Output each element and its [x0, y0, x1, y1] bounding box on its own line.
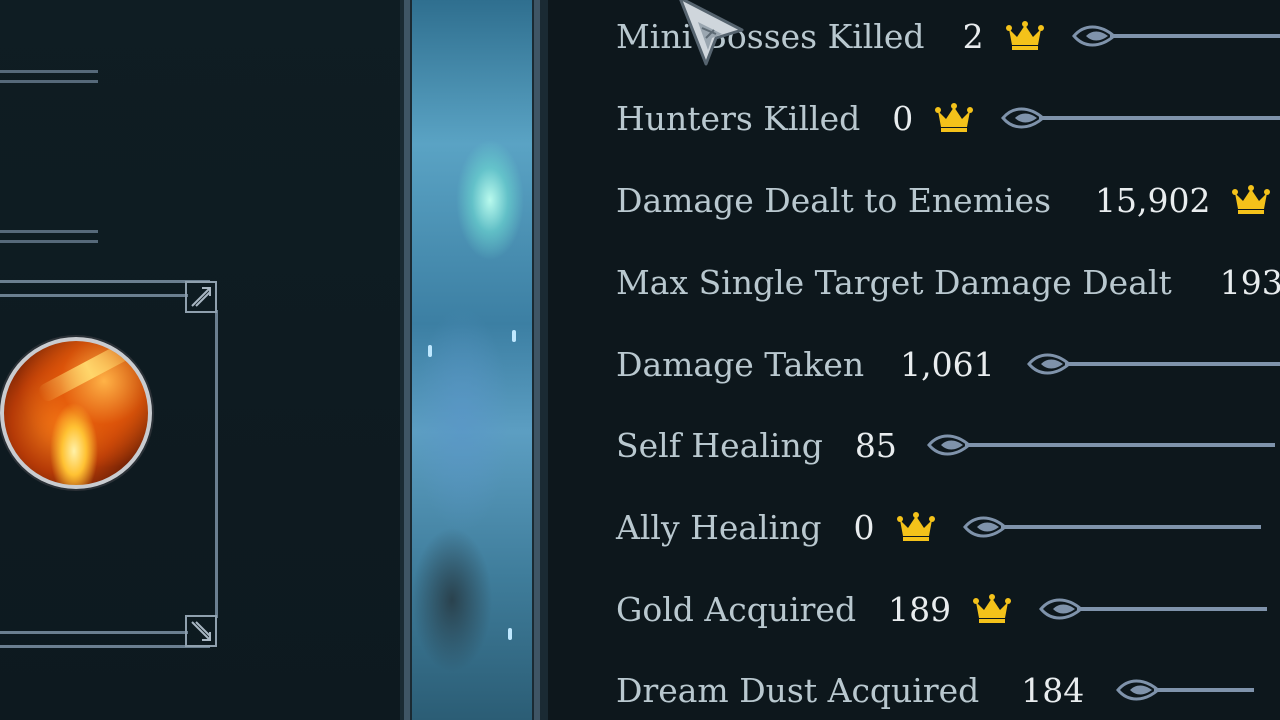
stat-row: Dream Dust Acquired 184: [616, 665, 1255, 715]
arrow-divider-icon: [1039, 598, 1268, 620]
crown-icon: [896, 512, 935, 541]
stat-row: Ally Healing 0: [616, 502, 1261, 552]
arrow-divider-icon: [926, 434, 1275, 456]
stat-row: Hunters Killed 0: [616, 93, 1280, 143]
pointer-cursor-icon: [679, 0, 744, 66]
stats-list: Mini Bosses Killed 2 Hunters Killed 0 Da…: [616, 0, 1280, 720]
stat-row: Gold Acquired 189: [616, 584, 1268, 634]
arrow-divider-icon: [1001, 107, 1280, 129]
stat-label: Damage Taken: [616, 344, 865, 384]
arrow-divider-icon: [1026, 353, 1280, 375]
post-match-stats-screen: Mini Bosses Killed 2 Hunters Killed 0 Da…: [0, 0, 1280, 720]
crown-icon: [1232, 185, 1271, 214]
decorative-lines-top: [0, 70, 98, 84]
frame-border-right: [215, 310, 218, 618]
stat-label: Ally Healing: [616, 507, 822, 547]
decorative-lines-middle: [0, 230, 98, 244]
stat-row: Damage Dealt to Enemies 15,902: [616, 175, 1271, 225]
crown-icon: [1005, 21, 1044, 50]
ability-panel: [0, 0, 400, 720]
stat-value: 2: [962, 16, 984, 56]
frame-border-top: [0, 280, 210, 283]
banner-border-left: [404, 0, 410, 720]
corner-ornament-icon: [185, 615, 217, 647]
stat-label: Mini Bosses Killed: [616, 16, 925, 56]
stat-row: Max Single Target Damage Dealt 193: [616, 257, 1280, 307]
stat-label: Gold Acquired: [616, 589, 857, 629]
arrow-divider-icon: [1116, 679, 1255, 701]
crown-icon: [935, 103, 974, 132]
stat-value: 85: [854, 425, 897, 465]
stat-row: Damage Taken 1,061: [616, 339, 1280, 389]
corner-ornament-icon: [185, 281, 217, 313]
arrow-divider-icon: [1071, 25, 1280, 47]
frame-border-bottom-inner: [0, 631, 188, 634]
crown-icon: [973, 594, 1012, 623]
stat-label: Max Single Target Damage Dealt: [616, 262, 1172, 302]
stat-value: 1,061: [900, 344, 995, 384]
stat-label: Damage Dealt to Enemies: [616, 180, 1052, 220]
spark-particle: [428, 345, 432, 357]
frame-border-bottom: [0, 645, 210, 648]
stat-value: 189: [888, 589, 952, 629]
banner-artwork: [412, 0, 532, 720]
frame-border-top-inner: [0, 294, 188, 297]
arrow-divider-icon: [962, 516, 1261, 538]
stat-label: Self Healing: [616, 425, 823, 465]
fire-ability-icon[interactable]: [0, 337, 152, 489]
spark-particle: [508, 628, 512, 640]
banner-border-right: [534, 0, 540, 720]
stat-row: Self Healing 85: [616, 420, 1275, 470]
spark-particle: [512, 330, 516, 342]
stat-value: 0: [853, 507, 875, 547]
stat-value: 0: [892, 98, 914, 138]
stat-label: Dream Dust Acquired: [616, 670, 980, 710]
stat-value: 15,902: [1095, 180, 1211, 220]
stat-value: 184: [1021, 670, 1085, 710]
stat-value: 193: [1219, 262, 1280, 302]
stat-label: Hunters Killed: [616, 98, 861, 138]
